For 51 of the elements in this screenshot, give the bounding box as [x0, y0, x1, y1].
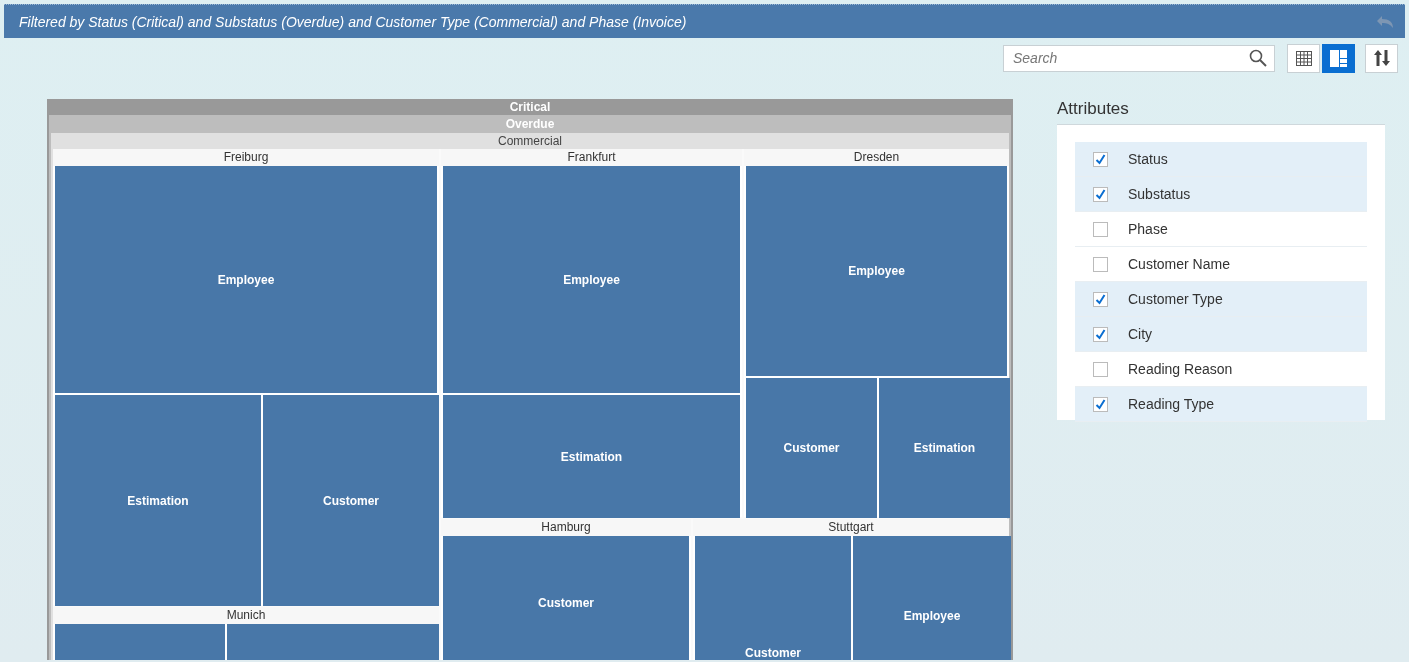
sort-icon [1373, 50, 1390, 66]
attribute-label: Status [1128, 151, 1168, 167]
checkbox[interactable] [1093, 291, 1108, 307]
city-header[interactable]: Hamburg [441, 519, 691, 536]
treemap-tile[interactable]: Customer [443, 536, 689, 660]
attribute-row[interactable]: Phase [1075, 212, 1367, 247]
treemap-tile[interactable]: Employee [853, 536, 1011, 660]
treemap-level-header[interactable]: Commercial [53, 133, 1007, 149]
attribute-row[interactable]: Customer Type [1075, 282, 1367, 317]
treemap-view-button[interactable] [1322, 43, 1355, 73]
treemap-tile[interactable] [55, 624, 225, 660]
treemap-tile[interactable]: Estimation [879, 378, 1010, 518]
attribute-label: Customer Name [1128, 256, 1230, 272]
treemap-tile[interactable]: Employee [443, 166, 740, 393]
sort-view-button[interactable] [1365, 43, 1398, 73]
attribute-label: Customer Type [1128, 291, 1223, 307]
table-view-button[interactable] [1287, 43, 1320, 73]
checkbox[interactable] [1093, 361, 1108, 377]
treemap-tile[interactable]: Estimation [55, 395, 261, 606]
treemap-tile[interactable]: Customer [263, 395, 439, 606]
search-icon[interactable] [1249, 48, 1267, 67]
checkbox[interactable] [1093, 256, 1108, 272]
attribute-row[interactable]: Substatus [1075, 177, 1367, 212]
treemap-tile[interactable]: Estimation [443, 395, 740, 518]
city-header[interactable]: Dresden [744, 149, 1009, 166]
filter-text: Filtered by Status (Critical) and Substatus (Overdue) and Customer Type (Commercial) and Phase (Invoice) [19, 13, 687, 30]
city-header[interactable]: Freiburg [53, 149, 439, 166]
checkbox[interactable] [1093, 186, 1108, 202]
attribute-row[interactable]: Status [1075, 142, 1367, 177]
attribute-label: Reading Type [1128, 396, 1215, 412]
treemap-tile[interactable]: Customer [695, 536, 851, 660]
treemap-tile[interactable]: Employee [55, 166, 437, 393]
treemap-icon [1330, 49, 1347, 67]
city-header[interactable]: Stuttgart [693, 519, 1009, 536]
checkbox[interactable] [1093, 221, 1108, 237]
grid-icon [1295, 50, 1312, 66]
treemap-tile[interactable] [227, 624, 439, 660]
attribute-label: Phase [1128, 221, 1168, 237]
attribute-label: Substatus [1128, 186, 1191, 202]
attribute-label: City [1128, 326, 1153, 342]
checkbox[interactable] [1093, 326, 1108, 342]
attribute-label: Reading Reason [1128, 361, 1233, 377]
city-header[interactable]: Frankfurt [441, 149, 742, 166]
treemap-tile[interactable]: Employee [746, 166, 1007, 376]
checkbox[interactable] [1093, 396, 1108, 412]
attributes-title: Attributes [1057, 99, 1130, 120]
search-field[interactable]: Search [1003, 44, 1275, 72]
attribute-row[interactable]: City [1075, 317, 1367, 352]
treemap-tile[interactable]: Customer [746, 378, 877, 518]
checkbox[interactable] [1093, 151, 1108, 167]
attribute-row[interactable]: Reading Type [1075, 387, 1367, 422]
